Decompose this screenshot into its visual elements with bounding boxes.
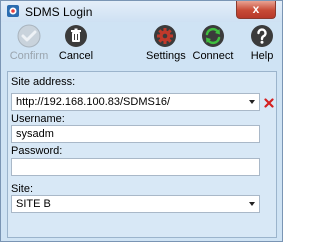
gear-icon [154,25,176,47]
site-label: Site: [11,183,34,195]
cancel-label: Cancel [58,50,94,62]
chevron-down-icon[interactable] [249,202,255,206]
close-button[interactable]: x [236,1,276,19]
settings-button[interactable]: Settings [146,23,186,67]
confirm-label: Confirm [9,50,49,62]
password-label: Password: [11,145,63,157]
title-bar: SDMS Login x [1,1,282,22]
trash-icon [65,25,87,47]
question-icon [251,25,273,47]
site-address-label: Site address: [11,76,76,88]
toolbar: Confirm Cancel Settings Connect Help [7,23,277,67]
site-dropdown[interactable]: SITE B [11,195,260,213]
confirm-button[interactable]: Confirm [7,23,51,67]
cancel-button[interactable]: Cancel [57,23,95,67]
chevron-down-icon[interactable] [249,100,255,104]
connect-button[interactable]: Connect [190,23,236,67]
site-address-value: http://192.168.100.83/SDMS16/ [16,96,171,108]
login-form: Site address: http://192.168.100.83/SDMS… [7,71,277,238]
username-value: sysadm [16,128,54,140]
settings-label: Settings [146,50,186,62]
username-label: Username: [11,113,65,125]
window-title: SDMS Login [25,5,93,19]
connect-arrows-icon [202,25,224,47]
password-input[interactable] [11,158,260,176]
username-input[interactable]: sysadm [11,125,260,143]
site-address-dropdown[interactable]: http://192.168.100.83/SDMS16/ [11,93,260,111]
checkmark-icon [17,24,41,48]
help-label: Help [250,50,274,62]
app-icon [7,5,19,17]
login-window: SDMS Login x Confirm Cancel Settings Con… [0,0,283,242]
site-value: SITE B [16,198,51,210]
clear-icon[interactable] [264,98,274,108]
connect-label: Connect [192,50,234,62]
help-button[interactable]: Help [247,23,277,67]
